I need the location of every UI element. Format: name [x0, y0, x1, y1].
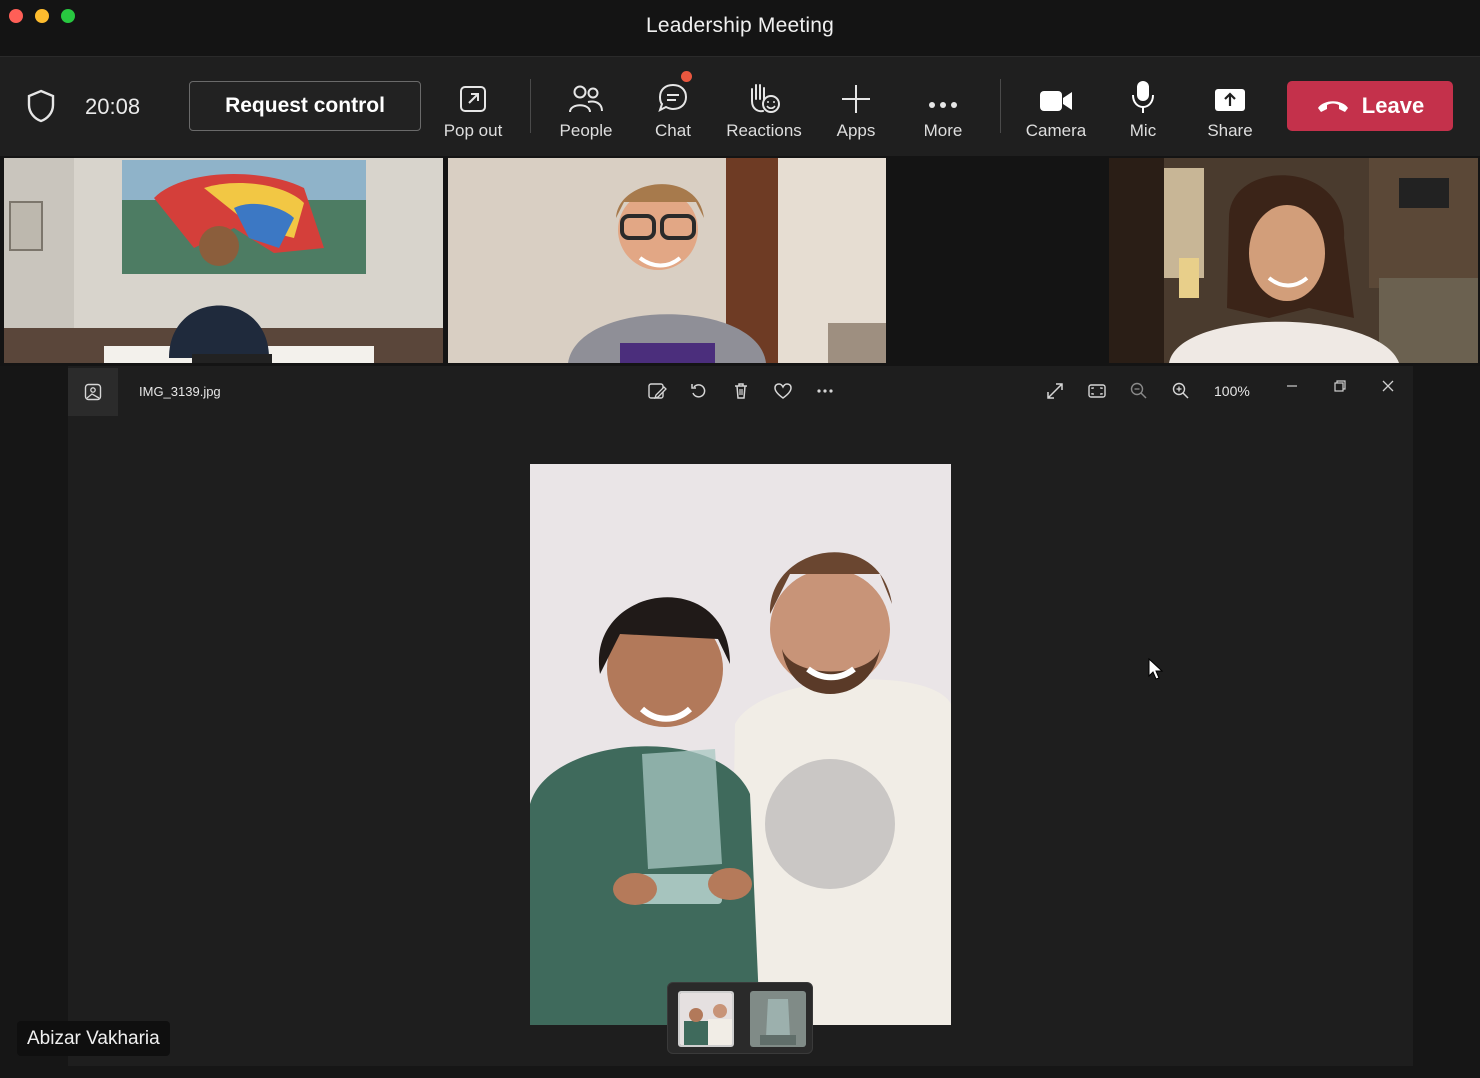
zoom-level[interactable]: 100% — [1214, 383, 1250, 399]
popout-button[interactable]: Pop out — [428, 75, 518, 141]
hang-up-icon — [1316, 93, 1350, 119]
participant-name-label: Abizar Vakharia — [17, 1021, 170, 1056]
meeting-timer: 20:08 — [85, 94, 141, 119]
participant-video-tile[interactable] — [448, 158, 886, 363]
participant-video-feed — [4, 158, 443, 363]
toolbar-divider — [1000, 79, 1001, 133]
delete-icon[interactable] — [730, 380, 752, 402]
apps-label: Apps — [836, 121, 876, 140]
shield-icon — [26, 89, 56, 128]
toolbar-divider — [530, 79, 531, 133]
camera-button[interactable]: Camera — [1011, 75, 1101, 141]
people-icon — [568, 75, 604, 115]
window-titlebar: Leadership Meeting — [0, 0, 1480, 56]
meeting-toolbar: 20:08 Request control Pop out People Cha… — [0, 56, 1480, 156]
mouse-pointer-icon — [1148, 657, 1164, 687]
chat-label: Chat — [655, 121, 691, 140]
apps-button[interactable]: Apps — [811, 75, 901, 141]
thumbnail-selected[interactable] — [678, 991, 734, 1047]
rotate-icon[interactable] — [688, 380, 710, 402]
minimize-icon[interactable] — [1280, 374, 1304, 398]
zoom-out-icon[interactable] — [1128, 380, 1150, 402]
microphone-icon — [1129, 75, 1157, 115]
mic-button[interactable]: Mic — [1098, 75, 1188, 141]
participant-video-feed — [1109, 158, 1478, 363]
participant-video-tile[interactable] — [1109, 158, 1478, 363]
share-screen-icon — [1213, 75, 1247, 115]
favorite-heart-icon[interactable] — [772, 380, 794, 402]
popout-label: Pop out — [443, 121, 503, 140]
chat-unread-badge — [681, 71, 692, 82]
camera-icon — [1038, 75, 1074, 115]
image-filename: IMG_3139.jpg — [139, 384, 221, 399]
people-button[interactable]: People — [541, 75, 631, 141]
plus-icon — [840, 75, 872, 115]
share-button[interactable]: Share — [1185, 75, 1275, 141]
request-control-button[interactable]: Request control — [189, 81, 421, 131]
fullscreen-icon[interactable] — [1044, 380, 1066, 402]
people-label: People — [559, 121, 613, 140]
participant-video-feed — [448, 158, 886, 363]
more-dots-icon — [927, 75, 959, 115]
more-options-icon[interactable] — [814, 380, 836, 402]
close-icon[interactable] — [1376, 374, 1400, 398]
leave-button[interactable]: Leave — [1287, 81, 1453, 131]
displayed-photo — [530, 464, 951, 1025]
reactions-icon — [746, 75, 782, 115]
reactions-button[interactable]: Reactions — [719, 75, 809, 141]
edit-image-icon[interactable] — [646, 380, 668, 402]
thumbnail-strip — [667, 982, 813, 1054]
share-label: Share — [1207, 121, 1253, 140]
fit-to-window-icon[interactable] — [1086, 380, 1108, 402]
more-button[interactable]: More — [898, 75, 988, 141]
mic-label: Mic — [1129, 121, 1157, 140]
window-title: Leadership Meeting — [645, 14, 835, 37]
leave-label: Leave — [1361, 93, 1425, 118]
participant-video-tile[interactable] — [4, 158, 443, 363]
restore-icon[interactable] — [1328, 374, 1352, 398]
zoom-in-icon[interactable] — [1170, 380, 1192, 402]
photos-app-icon[interactable] — [68, 368, 118, 416]
thumbnail[interactable] — [750, 991, 806, 1047]
chat-button[interactable]: Chat — [628, 71, 718, 141]
popout-icon — [457, 75, 489, 115]
reactions-label: Reactions — [726, 121, 802, 140]
camera-label: Camera — [1025, 121, 1087, 140]
more-label: More — [923, 121, 963, 140]
